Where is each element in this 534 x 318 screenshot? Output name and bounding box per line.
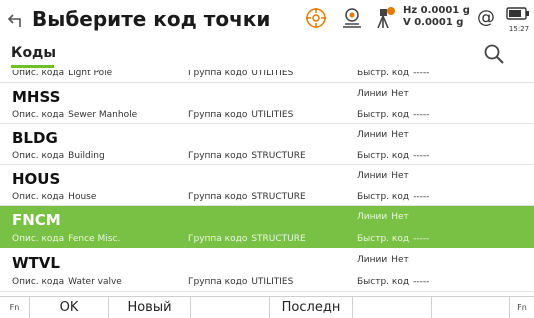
code-group: Группа кодо UTILITIES: [188, 110, 294, 120]
lines-value: Линии Нет: [357, 89, 409, 99]
code-name: MHSS: [12, 88, 61, 106]
fn-right-button[interactable]: Fn: [510, 297, 534, 318]
tab-row: Коды: [0, 40, 534, 70]
code-group: Группа кодо STRUCTURE: [188, 192, 306, 202]
quick-code: Быстр. код -----: [357, 151, 430, 161]
code-description: Опис. кода Fence Misc.: [12, 234, 121, 244]
search-icon[interactable]: [483, 43, 505, 65]
prism-icon[interactable]: [340, 6, 364, 30]
code-group: Группа кодо STRUCTURE: [188, 234, 306, 244]
lines-value: Линии Нет: [357, 255, 409, 265]
angle-readout: Hz 0.0001 g V 0.0001 g: [403, 5, 470, 29]
softkey-empty-1[interactable]: [191, 297, 270, 318]
code-description: Опис. кода Building: [12, 151, 105, 161]
active-tab-indicator: [11, 65, 54, 68]
code-description: Опис. кода House: [12, 192, 97, 202]
tab-codes[interactable]: Коды: [11, 45, 56, 61]
code-description: Опис. кода Water valve: [12, 277, 122, 287]
quick-code: Быстр. код -----: [357, 192, 430, 202]
softkey-bar: Fn OK Новый Последн Fn: [0, 296, 534, 318]
ok-button[interactable]: OK: [30, 297, 109, 318]
hz-value: Hz 0.0001 g: [403, 5, 470, 16]
list-item-selected[interactable]: FNCM Линии Нет Опис. кода Fence Misc. Груп…: [0, 206, 534, 248]
code-name: BLDG: [12, 129, 58, 147]
list-item-partial[interactable]: Опис. кода Light Pole Группа кодо UTILITIE…: [0, 70, 534, 83]
list-item[interactable]: MHSS Линии Нет Опис. кода Sewer Manhole Гр…: [0, 83, 534, 124]
back-arrow-icon[interactable]: [6, 9, 28, 31]
list-item[interactable]: HOUS Линии Нет Опис. кода House Группа код…: [0, 165, 534, 206]
code-name: HOUS: [12, 170, 61, 188]
quick-code: Быстр. код -----: [357, 234, 430, 244]
quick-code: Быстр. код -----: [357, 110, 430, 120]
code-list[interactable]: Опис. кода Light Pole Группа кодо UTILITIE…: [0, 70, 534, 296]
lines-value: Линии Нет: [357, 212, 409, 222]
page-title: Выберите код точки: [32, 7, 271, 31]
code-name: WTVL: [12, 254, 60, 272]
target-crosshair-icon[interactable]: [305, 7, 327, 29]
instrument-tripod-icon[interactable]: [373, 6, 397, 30]
fn-left-button[interactable]: Fn: [0, 297, 30, 318]
lines-value: Линии Нет: [357, 130, 409, 140]
softkey-empty-3[interactable]: [432, 297, 510, 318]
code-group: Группа кодо UTILITIES: [188, 277, 294, 287]
title-bar: Выберите код точки Hz 0.0001 g V 0.0001 …: [0, 0, 534, 40]
code-group: Группа кодо STRUCTURE: [188, 151, 306, 161]
list-item[interactable]: BLDG Линии Нет Опис. кода Building Группа …: [0, 124, 534, 165]
softkey-empty-2[interactable]: [353, 297, 432, 318]
quick-code: Быстр. код -----: [357, 277, 430, 287]
code-group: Группа кодо UTILITIES: [188, 70, 294, 78]
code-name: FNCM: [12, 211, 61, 229]
list-item[interactable]: WTVL Линии Нет Опис. кода Water valve Груп…: [0, 248, 534, 292]
at-sign-icon[interactable]: @: [477, 7, 495, 28]
code-description: Опис. кода Light Pole: [12, 70, 113, 78]
new-button[interactable]: Новый: [109, 297, 191, 318]
last-button[interactable]: Последн: [270, 297, 353, 318]
clock-time: 15:27: [508, 25, 530, 33]
quick-code: Быстр. код -----: [357, 70, 430, 78]
lines-value: Линии Нет: [357, 171, 409, 181]
code-description: Опис. кода Sewer Manhole: [12, 110, 138, 120]
v-value: V 0.0001 g: [403, 17, 464, 28]
